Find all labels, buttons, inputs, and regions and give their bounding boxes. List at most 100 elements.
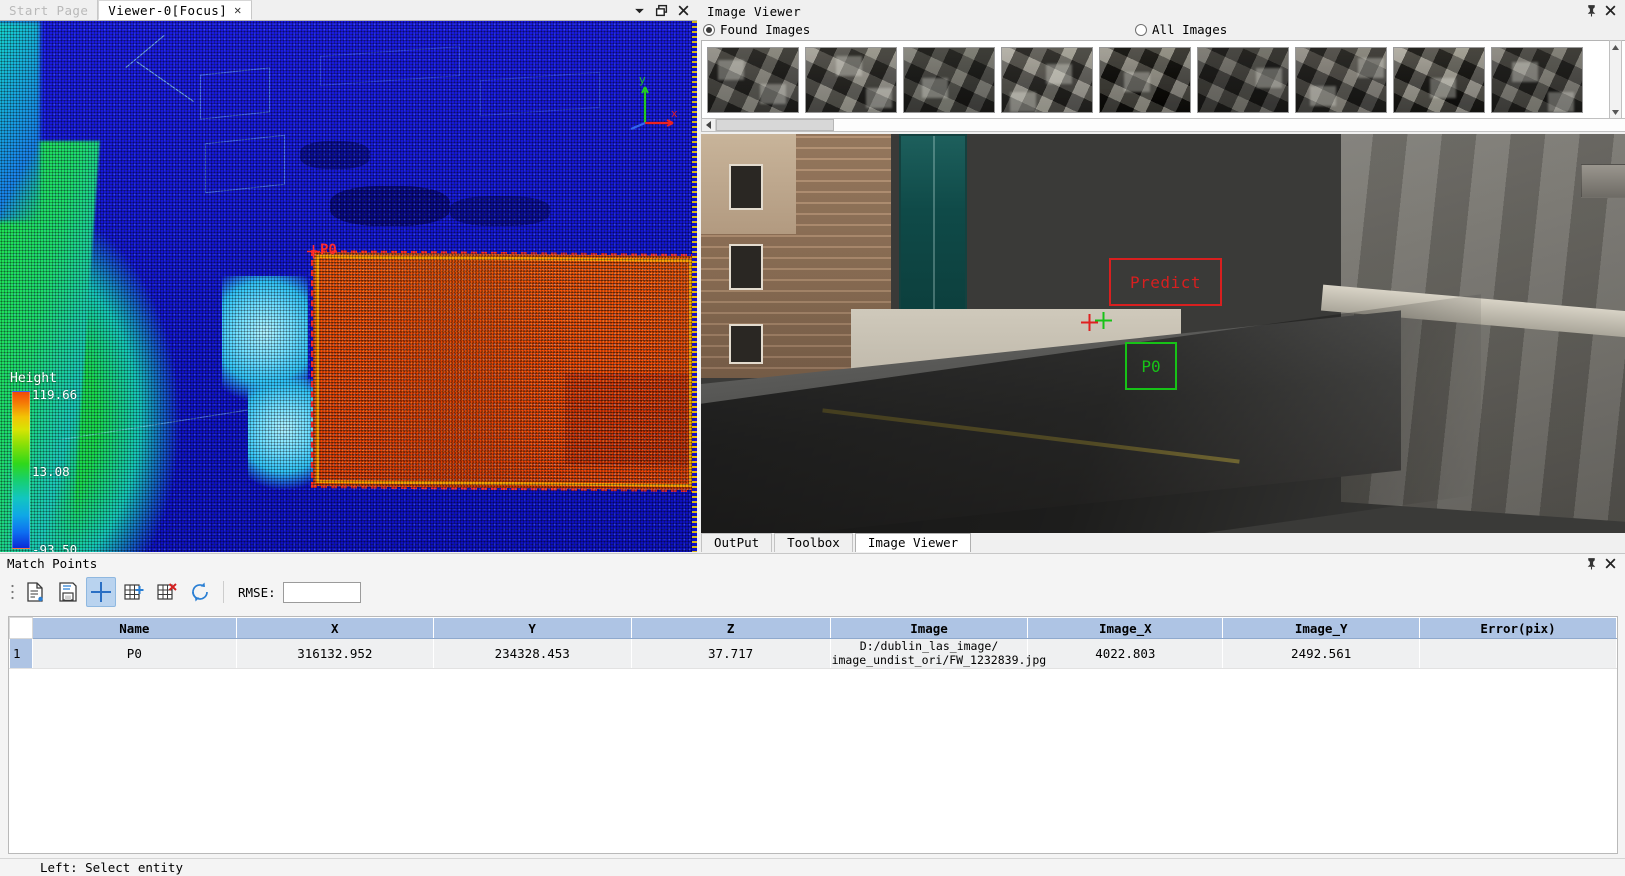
thumbnail-horizontal-scrollbar[interactable] (701, 118, 1625, 132)
column-header-image[interactable]: Image (829, 617, 1029, 639)
cell-x[interactable]: 316132.952 (235, 638, 434, 669)
scroll-up-icon[interactable] (1610, 41, 1621, 54)
application-window: Start Page Viewer-0[Focus] ✕ P0 y x Heig… (0, 0, 1625, 876)
column-header-x[interactable]: X (235, 617, 434, 639)
height-legend-min: -93.50 (32, 542, 78, 552)
tab-image-viewer-label: Image Viewer (867, 535, 959, 550)
thumbnail-item[interactable] (1099, 47, 1191, 113)
close-icon[interactable]: ✕ (234, 3, 242, 17)
tab-viewer-0[interactable]: Viewer-0[Focus] ✕ (98, 0, 252, 20)
save-file-icon (59, 582, 77, 602)
match-points-toolbar: RMSE: (0, 574, 1625, 610)
axis-gizmo-icon: y x (630, 75, 678, 131)
point-annotation-box: P0 (1125, 342, 1177, 390)
table-row[interactable]: 1 P0 316132.952 234328.453 37.717 D:/dub… (9, 638, 1617, 669)
tab-toolbox[interactable]: Toolbox (774, 533, 853, 552)
svg-text:y: y (639, 75, 646, 87)
tab-output[interactable]: OutPut (701, 533, 773, 552)
row-number: 1 (9, 638, 33, 669)
cell-error[interactable] (1419, 638, 1617, 669)
scrollbar-track[interactable] (716, 119, 1625, 131)
close-icon[interactable] (1604, 4, 1617, 17)
thumbnail-item[interactable] (805, 47, 897, 113)
height-legend-gradient (12, 391, 30, 549)
pin-icon[interactable] (1585, 4, 1598, 17)
cell-image-line1: D:/dublin_las_image/ (859, 639, 999, 654)
radio-all-images-dot[interactable] (1135, 23, 1147, 36)
thumbnail-strip[interactable] (701, 40, 1625, 120)
tabbar-spacer (252, 0, 629, 20)
rmse-input[interactable] (282, 581, 361, 603)
status-bar-text: Left: Select entity (40, 860, 183, 875)
column-header-image-x[interactable]: Image_X (1027, 617, 1224, 639)
pick-point-button[interactable] (86, 577, 116, 607)
radio-found-images[interactable]: Found Images (703, 22, 810, 37)
height-legend-title: Height (10, 371, 57, 386)
table-corner-cell[interactable] (9, 617, 33, 639)
add-row-button[interactable] (119, 577, 149, 607)
cell-name[interactable]: P0 (31, 638, 237, 669)
crosshair-icon (91, 582, 111, 602)
scrollbar-thumb[interactable] (716, 119, 834, 131)
image-viewer-canvas[interactable]: Predict P0 (701, 134, 1625, 533)
point-cloud-noise (0, 21, 697, 552)
column-header-image-y[interactable]: Image_Y (1222, 617, 1421, 639)
status-bar: Left: Select entity (0, 858, 1625, 876)
radio-all-images[interactable]: All Images (1135, 22, 1227, 37)
photo-window (729, 164, 763, 210)
point-cloud-canvas[interactable]: P0 y x Height 119.66 13.08 -93.50 (0, 21, 697, 552)
thumbnail-item[interactable] (1491, 47, 1583, 113)
cell-image-y[interactable]: 2492.561 (1222, 638, 1421, 669)
thumbnail-item[interactable] (707, 47, 799, 113)
scroll-left-icon[interactable] (702, 119, 716, 131)
cell-image[interactable]: D:/dublin_las_image/ image_undist_ori/FW… (829, 638, 1047, 669)
restore-window-icon[interactable] (655, 4, 668, 17)
toolbar-grip[interactable] (8, 581, 17, 603)
height-legend-mid: 13.08 (32, 464, 70, 479)
match-points-table-container[interactable]: Name X Y Z Image Image_X Image_Y Error(p… (8, 616, 1618, 854)
radio-found-images-dot[interactable] (703, 23, 715, 36)
pin-icon[interactable] (1585, 557, 1598, 570)
save-file-button[interactable] (53, 577, 83, 607)
image-viewer-panel: Image Viewer Found Images All Images Pre… (698, 0, 1625, 552)
close-icon[interactable] (1604, 557, 1617, 570)
tab-start-page[interactable]: Start Page (0, 0, 99, 20)
cell-z[interactable]: 37.717 (630, 638, 831, 669)
photo-window (729, 244, 763, 290)
radio-found-images-label: Found Images (720, 22, 811, 37)
close-panel-icon[interactable] (677, 4, 690, 17)
thumbnail-item[interactable] (903, 47, 995, 113)
thumbnail-item[interactable] (1197, 47, 1289, 113)
match-point-marker-icon[interactable] (307, 245, 320, 258)
thumbnail-item[interactable] (1295, 47, 1387, 113)
column-header-y[interactable]: Y (432, 617, 632, 639)
predict-annotation-box: Predict (1109, 258, 1222, 306)
thumbnail-item[interactable] (1393, 47, 1485, 113)
height-legend-max: 119.66 (32, 387, 78, 402)
refresh-button[interactable] (185, 577, 215, 607)
tab-image-viewer[interactable]: Image Viewer (854, 533, 972, 552)
column-header-z[interactable]: Z (630, 617, 831, 639)
photo-window (729, 324, 763, 364)
cell-image-line2: image_undist_ori/FW_1232839.jpg (831, 652, 1047, 667)
refresh-icon (192, 582, 208, 602)
point-cloud-edge-strip (692, 21, 697, 552)
viewer-tabbar: Start Page Viewer-0[Focus] ✕ (0, 0, 697, 21)
cell-image-x[interactable]: 4022.803 (1027, 638, 1224, 669)
open-file-button[interactable] (20, 577, 50, 607)
delete-row-button[interactable] (152, 577, 182, 607)
cell-y[interactable]: 234328.453 (432, 638, 632, 669)
open-file-icon (27, 582, 43, 602)
add-row-icon (124, 584, 144, 600)
rmse-label: RMSE: (238, 584, 276, 600)
svg-text:x: x (671, 109, 678, 121)
column-header-error[interactable]: Error(pix) (1419, 617, 1617, 639)
match-points-table: Name X Y Z Image Image_X Image_Y Error(p… (9, 617, 1617, 669)
thumbnail-item[interactable] (1001, 47, 1093, 113)
column-header-name[interactable]: Name (31, 617, 237, 639)
toolbar-separator (223, 581, 224, 603)
tab-start-page-label: Start Page (9, 2, 89, 18)
chevron-down-icon[interactable] (633, 4, 646, 17)
thumbnail-vertical-scrollbar[interactable] (1609, 40, 1622, 120)
tab-viewer-0-label: Viewer-0[Focus] (108, 2, 228, 18)
